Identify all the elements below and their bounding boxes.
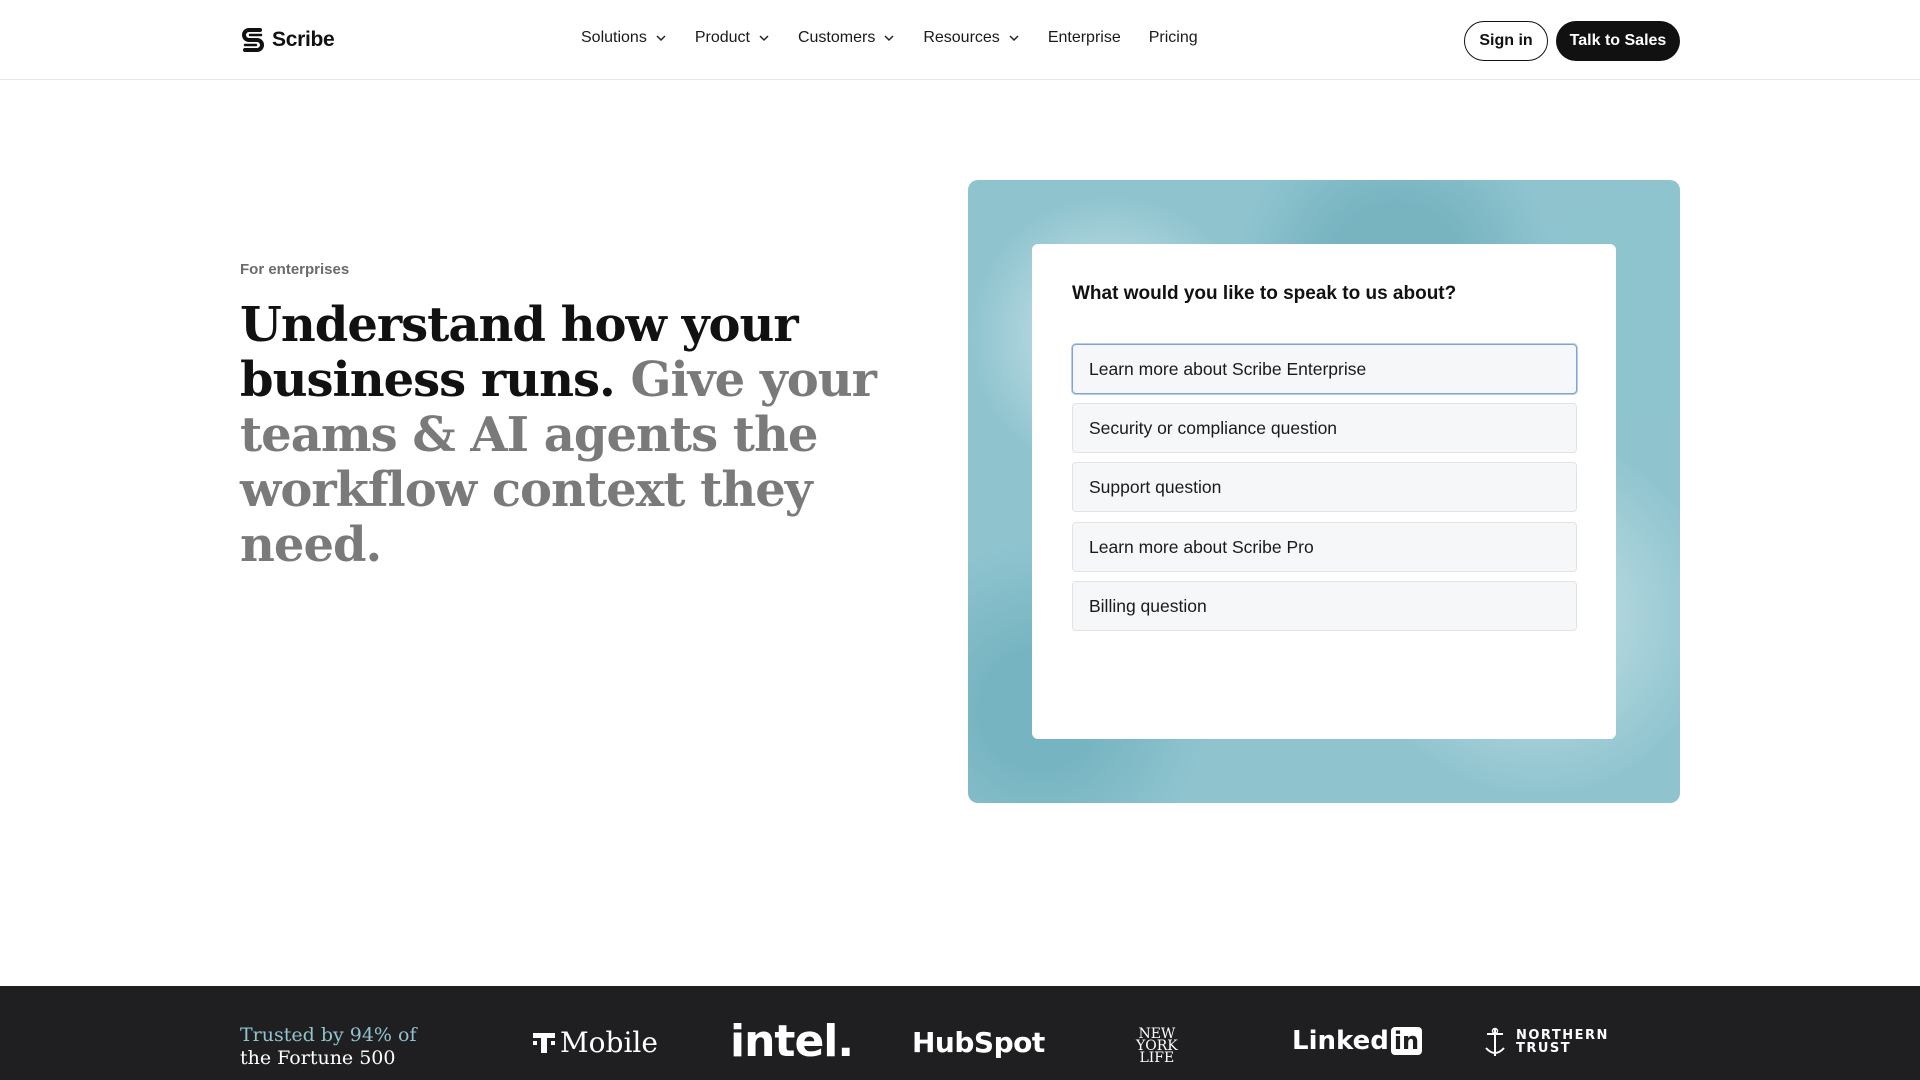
talk-to-sales-button[interactable]: Talk to Sales [1556, 21, 1680, 61]
contact-question: What would you like to speak to us about… [1072, 283, 1457, 304]
option-scribe-pro[interactable]: Learn more about Scribe Pro [1072, 522, 1577, 572]
chevron-down-icon [759, 35, 769, 42]
tmobile-logo: Mobile [532, 1026, 658, 1059]
option-security-compliance[interactable]: Security or compliance question [1072, 403, 1577, 453]
option-support[interactable]: Support question [1072, 462, 1577, 512]
trusted-statement: Trusted by 94% of the Fortune 500 [240, 1024, 417, 1070]
hero-eyebrow: For enterprises [240, 261, 350, 278]
linkedin-in-icon: in [1390, 1027, 1423, 1055]
intel-logo: intel. [730, 1016, 854, 1067]
northern-trust-wordmark: NORTHERN TRUST [1516, 1029, 1609, 1055]
sign-in-button[interactable]: Sign in [1464, 21, 1548, 61]
nav-enterprise[interactable]: Enterprise [1048, 29, 1121, 47]
nav-pricing-label: Pricing [1148, 29, 1198, 46]
nav-resources[interactable]: Resources [923, 29, 1019, 47]
nav-customers-label: Customers [797, 29, 876, 46]
nav-solutions[interactable]: Solutions [581, 29, 667, 47]
hero-headline: Understand how your business runs. Give … [240, 298, 940, 573]
chevron-down-icon [1009, 35, 1019, 42]
chevron-down-icon [656, 35, 666, 42]
scribe-logo[interactable]: Scribe [240, 26, 335, 54]
main-nav: Solutions Product Customers Resources En… [581, 26, 1226, 50]
trusted-line-2: the Fortune 500 [240, 1047, 396, 1069]
northern-trust-emblem-icon [1485, 1027, 1505, 1056]
nav-enterprise-label: Enterprise [1047, 29, 1121, 46]
option-scribe-enterprise[interactable]: Learn more about Scribe Enterprise [1072, 344, 1577, 394]
site-header: Scribe Solutions Product Customers Resou… [0, 0, 1920, 80]
trusted-logos-band: Trusted by 94% of the Fortune 500 Mobile… [0, 986, 1920, 1080]
scribe-logo-icon [242, 28, 264, 52]
chevron-down-icon [884, 35, 894, 42]
nav-solutions-label: Solutions [581, 29, 647, 46]
scribe-wordmark: Scribe [272, 28, 335, 51]
contact-topic-card: What would you like to speak to us about… [1032, 244, 1616, 739]
nav-pricing[interactable]: Pricing [1149, 29, 1198, 47]
hubspot-logo: HubSpot [912, 1026, 1045, 1059]
nav-resources-label: Resources [923, 29, 1000, 46]
northern-line-2: TRUST [1516, 1041, 1572, 1056]
nav-product[interactable]: Product [695, 29, 770, 47]
tmobile-wordmark: Mobile [560, 1026, 658, 1059]
new-york-life-logo: NEW YORK LIFE [1136, 1027, 1178, 1066]
trusted-line-1: Trusted by 94% of [240, 1024, 417, 1046]
nyl-line-3: LIFE [1139, 1050, 1175, 1066]
northern-trust-logo: NORTHERN TRUST [1482, 1026, 1609, 1058]
nav-product-label: Product [694, 29, 750, 46]
linkedin-logo: Linked in [1292, 1026, 1423, 1056]
linkedin-wordmark: Linked [1292, 1026, 1389, 1056]
contact-panel: What would you like to speak to us about… [968, 180, 1680, 803]
tmobile-t-icon [533, 1032, 555, 1053]
nav-customers[interactable]: Customers [798, 29, 895, 47]
option-billing[interactable]: Billing question [1072, 581, 1577, 631]
